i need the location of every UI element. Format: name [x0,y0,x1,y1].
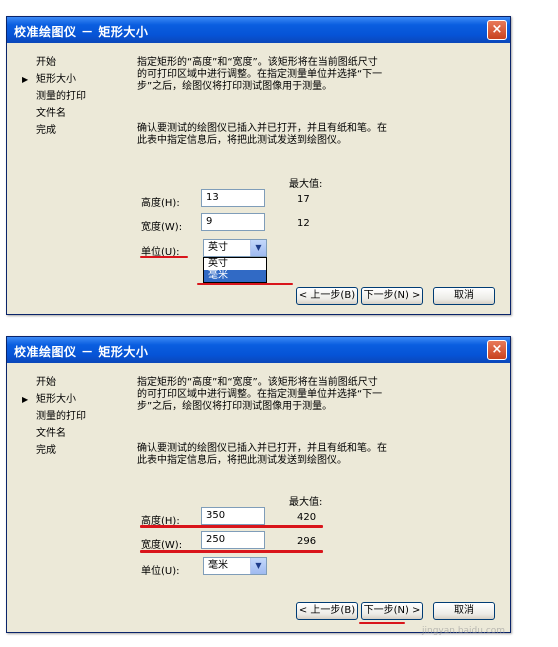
annotation-underline-width [140,550,323,553]
unit-label: 单位(U): [141,566,180,577]
height-max-value: 420 [297,512,317,523]
step-filename: 文件名 [36,428,66,439]
cancel-button[interactable]: 取消 [433,287,495,305]
step-start: 开始 [36,57,56,68]
chevron-down-icon[interactable]: ▼ [250,240,266,256]
calibrate-dialog-bottom: 校准绘图仪 － 矩形大小 × 开始 ▶ 矩形大小 测量的打印 文件名 完成 指定矩… [6,336,511,633]
unit-select[interactable]: 毫米 ▼ [203,557,267,575]
step-filename: 文件名 [36,108,66,119]
width-max-value: 12 [297,218,310,229]
height-input[interactable]: 350 [201,507,265,525]
step-measured-print: 测量的打印 [36,411,86,422]
watermark: jingyan.baidu.com [422,626,506,636]
next-button[interactable]: 下一步(N) > [361,287,423,305]
width-label: 宽度(W): [141,222,183,233]
max-value-label: 最大值: [289,497,323,508]
close-button[interactable]: × [487,340,507,360]
width-input[interactable]: 250 [201,531,265,549]
height-input[interactable]: 13 [201,189,265,207]
close-button[interactable]: × [487,20,507,40]
title-bar: 校准绘图仪 － 矩形大小 [7,337,510,363]
width-label: 宽度(W): [141,540,183,551]
plotter-description: 确认要测试的绘图仪已插入并已打开，并且有纸和笔。在此表中指定信息后，将把此测试发… [137,443,387,466]
rect-description: 指定矩形的“高度”和“宽度”。该矩形将在当前图纸尺寸的可打印区域中进行调整。在指… [137,57,383,92]
plotter-description: 确认要测试的绘图仪已插入并已打开，并且有纸和笔。在此表中指定信息后，将把此测试发… [137,123,387,146]
back-button[interactable]: < 上一步(B) [296,602,358,620]
step-finish: 完成 [36,125,56,136]
height-label: 高度(H): [141,198,180,209]
height-max-value: 17 [297,194,310,205]
wizard-step-list: 开始 ▶ 矩形大小 测量的打印 文件名 完成 [19,374,86,459]
step-start: 开始 [36,377,56,388]
current-step-arrow-icon: ▶ [22,75,29,84]
annotation-underline-unit [140,256,188,258]
unit-select[interactable]: 英寸 ▼ [203,239,267,257]
width-input[interactable]: 9 [201,213,265,231]
step-rect-size: ▶ 矩形大小 [19,71,86,88]
dialog-title: 校准绘图仪 － 矩形大小 [14,345,149,359]
unit-option-inch[interactable]: 英寸 [204,258,266,270]
annotation-underline-height [140,525,323,528]
cancel-button[interactable]: 取消 [433,602,495,620]
unit-dropdown-list: 英寸 毫米 [203,257,267,283]
wizard-step-list: 开始 ▶ 矩形大小 测量的打印 文件名 完成 [19,54,86,139]
annotation-underline-next [359,622,405,624]
dialog-title: 校准绘图仪 － 矩形大小 [14,25,149,39]
width-max-value: 296 [297,536,317,547]
back-button[interactable]: < 上一步(B) [296,287,358,305]
step-measured-print: 测量的打印 [36,91,86,102]
next-button[interactable]: 下一步(N) > [361,602,423,620]
title-bar: 校准绘图仪 － 矩形大小 [7,17,510,43]
step-finish: 完成 [36,445,56,456]
step-rect-size: ▶ 矩形大小 [19,391,86,408]
unit-option-mm[interactable]: 毫米 [204,270,266,282]
current-step-arrow-icon: ▶ [22,395,29,404]
max-value-label: 最大值: [289,179,323,190]
calibrate-dialog-top: 校准绘图仪 － 矩形大小 × 开始 ▶ 矩形大小 测量的打印 文件名 完成 指定矩… [6,16,511,315]
rect-description: 指定矩形的“高度”和“宽度”。该矩形将在当前图纸尺寸的可打印区域中进行调整。在指… [137,377,383,412]
chevron-down-icon[interactable]: ▼ [250,558,266,574]
annotation-underline-dropdown [197,283,293,285]
